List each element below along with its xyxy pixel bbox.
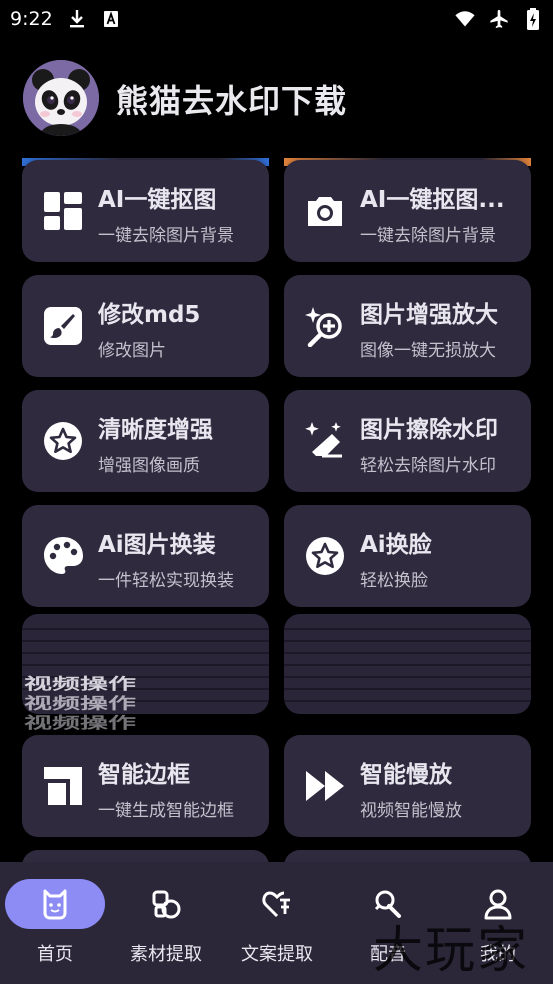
card-title: 图片增强放大 bbox=[360, 302, 498, 328]
card-subtitle: 一键去除图片背景 bbox=[360, 226, 496, 246]
card-subtitle: 轻松换脸 bbox=[360, 571, 428, 591]
app-header: 熊猫去水印下载 bbox=[0, 60, 553, 136]
feature-card-slow-motion[interactable]: 智能慢放 视频智能慢放 bbox=[284, 735, 531, 837]
card-title: 修改md5 bbox=[98, 302, 201, 328]
feature-card-ai-cutout-2[interactable]: AI一键抠图... 一键去除图片背景 bbox=[284, 160, 531, 262]
nav-copy-extract[interactable]: 文案提取 bbox=[222, 862, 332, 984]
glitch-section-label: 视频操作 视频操作 视频操作 bbox=[24, 674, 137, 732]
feature-card-erase-watermark[interactable]: 图片擦除水印 轻松去除图片水印 bbox=[284, 390, 531, 492]
wifi-icon bbox=[455, 9, 475, 29]
dashboard-icon bbox=[42, 190, 84, 232]
shapes-icon bbox=[151, 888, 181, 920]
card-subtitle: 图像一键无损放大 bbox=[360, 341, 496, 361]
feature-card-enhance-enlarge[interactable]: 图片增强放大 图像一键无损放大 bbox=[284, 275, 531, 377]
card-title: 智能慢放 bbox=[360, 762, 452, 788]
card-title: AI一键抠图... bbox=[360, 187, 505, 213]
battery-charging-icon bbox=[523, 8, 543, 30]
feature-card-ai-cutout[interactable]: AI一键抠图 一键去除图片背景 bbox=[22, 160, 269, 262]
nav-label: 首页 bbox=[37, 944, 73, 965]
app-title: 熊猫去水印下载 bbox=[116, 82, 348, 120]
magic-eraser-icon bbox=[304, 420, 346, 462]
card-subtitle: 轻松去除图片水印 bbox=[360, 456, 496, 476]
home-bear-icon bbox=[40, 888, 70, 920]
star-badge-icon bbox=[304, 535, 346, 577]
card-title: Ai图片换装 bbox=[98, 532, 216, 558]
nav-label: 文案提取 bbox=[241, 944, 313, 965]
status-time: 9:22 bbox=[10, 8, 53, 30]
card-title: 清晰度增强 bbox=[98, 417, 213, 443]
card-subtitle: 一键去除图片背景 bbox=[98, 226, 234, 246]
card-subtitle: 一件轻松实现换装 bbox=[98, 571, 234, 591]
glitch-stack-right bbox=[284, 614, 531, 714]
border-icon bbox=[42, 765, 84, 807]
feature-card-md5[interactable]: 修改md5 修改图片 bbox=[22, 275, 269, 377]
panda-avatar[interactable] bbox=[23, 60, 99, 136]
feature-grid[interactable]: AI一键抠图 一键去除图片背景 AI一键抠图... 一键去除图片背景 修改md5… bbox=[0, 158, 553, 863]
airplane-icon bbox=[489, 9, 509, 29]
feature-card-outfit-change[interactable]: Ai图片换装 一件轻松实现换装 bbox=[22, 505, 269, 607]
heart-text-icon bbox=[262, 888, 292, 920]
fast-forward-icon bbox=[304, 765, 346, 807]
brush-icon bbox=[42, 305, 84, 347]
palette-icon bbox=[42, 535, 84, 577]
sparkle-zoom-icon bbox=[304, 305, 346, 348]
download-icon bbox=[67, 9, 87, 29]
card-title: AI一键抠图 bbox=[98, 187, 217, 213]
feature-card-smart-border[interactable]: 智能边框 一键生成智能边框 bbox=[22, 735, 269, 837]
card-subtitle: 视频智能慢放 bbox=[360, 801, 462, 821]
nav-material-extract[interactable]: 素材提取 bbox=[111, 862, 221, 984]
card-title: Ai换脸 bbox=[360, 532, 432, 558]
a-notification-icon bbox=[101, 9, 121, 29]
corner-watermark: 大玩家 bbox=[373, 921, 529, 979]
nav-home[interactable]: 首页 bbox=[0, 862, 110, 984]
feature-card-clarity[interactable]: 清晰度增强 增强图像画质 bbox=[22, 390, 269, 492]
camera-icon bbox=[304, 190, 346, 232]
card-subtitle: 增强图像画质 bbox=[98, 456, 200, 476]
card-subtitle: 修改图片 bbox=[98, 341, 166, 361]
feature-card-face-swap[interactable]: Ai换脸 轻松换脸 bbox=[284, 505, 531, 607]
status-bar: 9:22 bbox=[0, 0, 553, 38]
star-badge-icon bbox=[42, 420, 84, 462]
card-subtitle: 一键生成智能边框 bbox=[98, 801, 234, 821]
nav-label: 素材提取 bbox=[130, 944, 202, 965]
card-title: 图片擦除水印 bbox=[360, 417, 498, 443]
card-title: 智能边框 bbox=[98, 762, 190, 788]
